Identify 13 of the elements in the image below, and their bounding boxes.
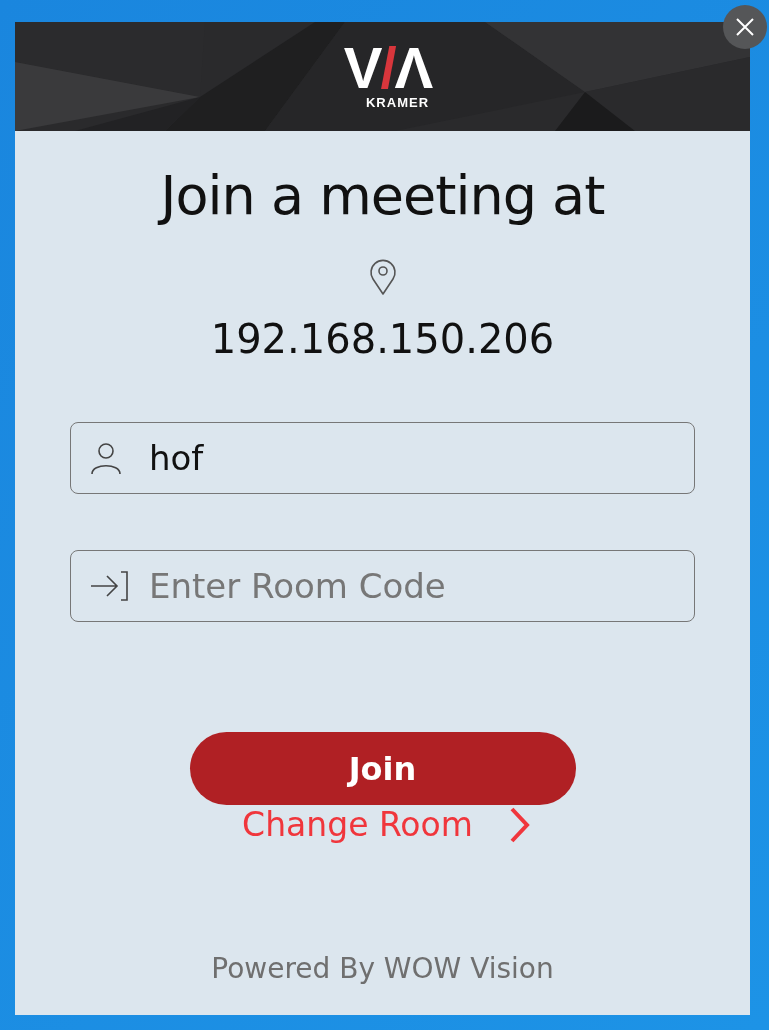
close-button[interactable] bbox=[723, 5, 767, 49]
location-pin-icon bbox=[367, 258, 398, 296]
name-field[interactable]: hof bbox=[70, 422, 695, 494]
powered-by-text: Powered By WOW Vision bbox=[211, 952, 554, 985]
room-address: 192.168.150.206 bbox=[210, 316, 555, 362]
room-code-field[interactable]: Enter Room Code bbox=[70, 550, 695, 622]
close-icon bbox=[735, 17, 755, 37]
logo: V/Λ bbox=[343, 43, 432, 93]
user-icon bbox=[89, 441, 123, 475]
chevron-right-icon bbox=[508, 805, 531, 844]
enter-icon bbox=[89, 569, 129, 603]
logo-wordmark: KRAMER bbox=[365, 95, 430, 110]
join-button[interactable]: Join bbox=[189, 732, 576, 805]
